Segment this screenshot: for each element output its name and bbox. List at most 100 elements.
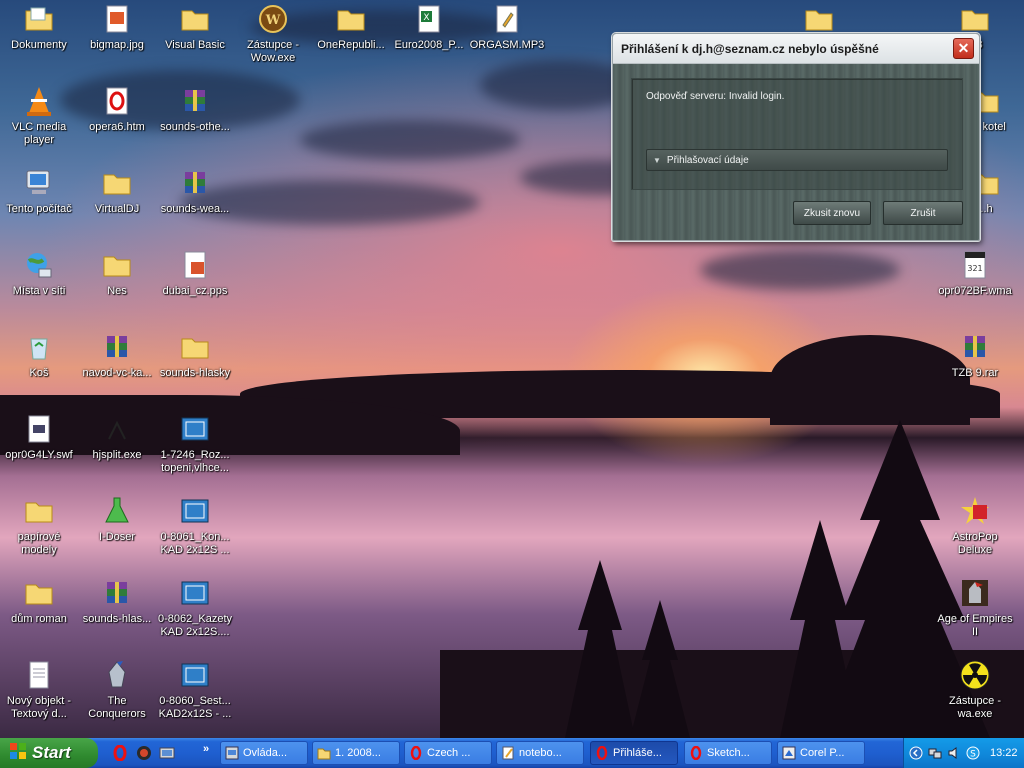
- svg-text:W: W: [265, 13, 281, 28]
- icon-label: Nový objekt - Textový d...: [6, 695, 72, 720]
- text-document-icon: [23, 659, 55, 691]
- svg-text:S: S: [970, 750, 976, 760]
- desktop-icon-tzb9[interactable]: TZB 9.rar: [936, 331, 1014, 380]
- task-button-ovladaci-panely[interactable]: Ovláda...: [220, 741, 308, 765]
- desktop-icon-sounds-wea[interactable]: sounds-wea...: [156, 167, 234, 216]
- desktop-icon-kazety-kad[interactable]: 0-8062_Kazety KAD 2x12S....: [156, 577, 234, 639]
- folder-icon: [335, 3, 367, 35]
- chevron-down-icon: ▼: [653, 155, 661, 165]
- desktop-icon-kos[interactable]: Koš: [0, 331, 78, 380]
- desktop-icon-visual-basic[interactable]: Visual Basic: [156, 3, 234, 52]
- start-label: Start: [32, 743, 71, 762]
- network-tray-icon[interactable]: [928, 746, 942, 760]
- desktop-icon-tento-pocitac[interactable]: Tento počítač: [0, 167, 78, 216]
- computer-icon: [23, 167, 55, 199]
- icon-label: ORGASM.MP3: [469, 39, 545, 51]
- retry-button[interactable]: Zkusit znovu: [793, 201, 871, 225]
- task-button-2008[interactable]: 1. 2008...: [312, 741, 400, 765]
- icon-label: 0-8060_Sest... KAD2x12S - ...: [158, 695, 232, 720]
- icon-label: Nes: [107, 285, 127, 297]
- desktop-icon-the-conquerors[interactable]: The Conquerors: [78, 659, 156, 721]
- folder-icon: [179, 331, 211, 363]
- icon-label: 1-7246_Roz... topeni,vlhce...: [160, 449, 230, 474]
- corel-icon: [782, 746, 796, 760]
- desktop-icon-virtualdj[interactable]: VirtualDJ: [78, 167, 156, 216]
- task-button-czech[interactable]: Czech ...: [404, 741, 492, 765]
- desktop-icon-orgasm[interactable]: ORGASM.MP3: [468, 3, 546, 52]
- desktop-icon-opr0g4ly[interactable]: opr0G4LY.swf: [0, 413, 78, 462]
- login-failed-dialog: Přihlášení k dj.h@seznam.cz nebylo úspěš…: [612, 33, 980, 241]
- desktop-icon-zastupce-wow[interactable]: W Zástupce - Wow.exe: [234, 3, 312, 65]
- login-credentials-expander[interactable]: ▼ Přihlašovací údaje: [646, 149, 948, 171]
- desktop-icon-kon-kad[interactable]: 0-8061_Kon... KAD 2x12S ...: [156, 495, 234, 557]
- desktop-icon-sounds-hlas[interactable]: sounds-hlas...: [78, 577, 156, 626]
- desktop-icon-bigmap[interactable]: bigmap.jpg: [78, 3, 156, 52]
- rar-archive-icon: [179, 167, 211, 199]
- desktop-icon-hjsplit[interactable]: hjsplit.exe: [78, 413, 156, 462]
- desktop-icon-dokumenty[interactable]: Dokumenty: [0, 3, 78, 52]
- cancel-button[interactable]: Zrušit: [883, 201, 963, 225]
- icon-label: 0-8062_Kazety KAD 2x12S....: [158, 613, 232, 638]
- tray-collapse-icon[interactable]: [909, 746, 923, 760]
- windows-logo-icon: [8, 741, 28, 766]
- sketch-quicklaunch-icon[interactable]: [136, 745, 152, 761]
- desktop-icon-novy-objekt[interactable]: Nový objekt - Textový d...: [0, 659, 78, 721]
- show-desktop-icon[interactable]: [159, 745, 175, 761]
- rar-archive-icon: [959, 331, 991, 363]
- icon-label: The Conquerors: [88, 695, 146, 720]
- task-button-corel[interactable]: Corel P...: [777, 741, 865, 765]
- skype-tray-icon[interactable]: S: [966, 746, 980, 760]
- desktop-icon-dubai[interactable]: dubai_cz.pps: [156, 249, 234, 298]
- desktop-icon-onerepubli[interactable]: OneRepubli...: [312, 3, 390, 52]
- flash-file-icon: [23, 413, 55, 445]
- desktop-icon-rozvod[interactable]: 1-7246_Roz... topeni,vlhce...: [156, 413, 234, 475]
- desktop-icon-sest-kad[interactable]: 0-8060_Sest... KAD2x12S - ...: [156, 659, 234, 721]
- desktop-icon-age-of-empires[interactable]: Age of Empires II: [936, 577, 1014, 639]
- task-button-notebook[interactable]: notebo...: [496, 741, 584, 765]
- flask-icon: [101, 495, 133, 527]
- cloud: [300, 120, 520, 160]
- desktop-icon-euro2008[interactable]: X Euro2008_P...: [390, 3, 468, 52]
- rar-archive-icon: [101, 331, 133, 363]
- warcraft-icon: W: [257, 3, 289, 35]
- opera-quicklaunch-icon[interactable]: [112, 745, 128, 761]
- icon-label: TZB 9.rar: [951, 367, 999, 379]
- close-button[interactable]: ✕: [953, 38, 974, 59]
- quicklaunch-chevron[interactable]: »: [203, 743, 209, 755]
- task-button-prihlaseni[interactable]: Přihláše...: [590, 741, 678, 765]
- desktop-icon-navod-vc-ka[interactable]: navod-vc-ka...: [78, 331, 156, 380]
- clock[interactable]: 13:22: [990, 747, 1018, 759]
- task-button-sketch[interactable]: Sketch...: [684, 741, 772, 765]
- icon-label: Zástupce - wa.exe: [949, 695, 1001, 720]
- dialog-message-panel: Odpověď serveru: Invalid login. ▼ Přihla…: [631, 78, 963, 190]
- icon-label: opera6.htm: [89, 121, 145, 133]
- desktop-icon-i-doser[interactable]: I-Doser: [78, 495, 156, 544]
- icon-label: VirtualDJ: [94, 203, 140, 215]
- desktop-icon-opr072bf[interactable]: 321 opr072BF.wma: [936, 249, 1014, 298]
- knight-helmet-icon: [101, 659, 133, 691]
- desktop-icon-vlc[interactable]: VLC media player: [0, 85, 78, 147]
- desktop-icon-astropop[interactable]: AstroPop Deluxe: [936, 495, 1014, 557]
- desktop-icon-sounds-hlasky[interactable]: sounds-hlasky: [156, 331, 234, 380]
- desktop-icon-sounds-othe[interactable]: sounds-othe...: [156, 85, 234, 134]
- icon-label: opr072BF.wma: [938, 285, 1012, 297]
- folder-icon: [23, 495, 55, 527]
- desktop-icon-dum-roman[interactable]: dům roman: [0, 577, 78, 626]
- desktop-icon-zastupce-wa[interactable]: Zástupce - wa.exe: [936, 659, 1014, 721]
- icon-label: dubai_cz.pps: [162, 285, 228, 297]
- volume-tray-icon[interactable]: [947, 746, 961, 760]
- start-button[interactable]: Start: [0, 738, 98, 768]
- icon-label: I-Doser: [98, 531, 136, 543]
- dialog-titlebar[interactable]: Přihlášení k dj.h@seznam.cz nebylo úspěš…: [613, 34, 979, 64]
- powerpoint-file-icon: [179, 249, 211, 281]
- desktop-icon-papirove-modely[interactable]: papírové modely: [0, 495, 78, 557]
- icon-label: sounds-wea...: [160, 203, 230, 215]
- desktop-icon-mista-v-siti[interactable]: Místa v síti: [0, 249, 78, 298]
- icon-label: OneRepubli...: [317, 39, 385, 51]
- desktop-icon-nes[interactable]: Nes: [78, 249, 156, 298]
- svg-text:X: X: [423, 13, 429, 23]
- cloud: [700, 250, 900, 290]
- folder-icon: [959, 3, 991, 35]
- desktop-icon-opera6[interactable]: opera6.htm: [78, 85, 156, 134]
- tree-silhouettes-small: [565, 560, 690, 738]
